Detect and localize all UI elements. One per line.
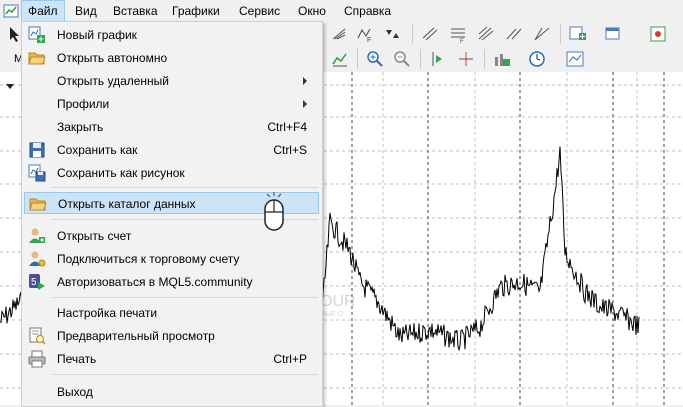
svg-text:F: F — [460, 39, 464, 44]
app-icon[interactable] — [3, 3, 19, 19]
svg-text:5: 5 — [31, 277, 37, 288]
menu-item-label: Открыть удаленный — [57, 74, 169, 88]
fibo-channel-icon[interactable]: F — [448, 24, 468, 45]
menu-window[interactable]: Окно — [292, 0, 332, 22]
menu-service[interactable]: Сервис — [233, 0, 286, 22]
menu-item-shortcut: Ctrl+P — [273, 352, 307, 366]
menu-item-label: Открыть каталог данных — [58, 197, 196, 211]
save-icon — [28, 141, 46, 159]
print-preview-icon — [28, 327, 46, 345]
menu-item-mql5-login[interactable]: 5 Авторизоваться в MQL5.community — [24, 271, 319, 293]
autoscroll-icon[interactable] — [428, 49, 448, 69]
zoom-out-icon[interactable] — [392, 49, 412, 69]
menu-item-label: Открыть счет — [57, 229, 132, 243]
menu-item-print-preview[interactable]: Предварительный просмотр — [24, 325, 319, 347]
menu-item-label: Настройка печати — [57, 306, 158, 320]
menu-item-profiles[interactable]: Профили — [24, 93, 319, 115]
menu-item-label: Профили — [57, 97, 110, 111]
save-picture-icon — [28, 164, 46, 182]
gann-icon[interactable] — [532, 24, 552, 44]
menu-item-close[interactable]: Закрыть Ctrl+F4 — [24, 116, 319, 138]
menu-separator — [52, 187, 318, 188]
menu-help[interactable]: Справка — [338, 0, 397, 22]
new-chart-icon — [28, 26, 46, 44]
menu-item-label: Выход — [57, 385, 93, 399]
menu-file[interactable]: Файл — [21, 0, 65, 22]
menu-separator — [52, 374, 318, 375]
menu-item-exit[interactable]: Выход — [24, 381, 319, 403]
menu-item-label: Печать — [57, 352, 97, 366]
menu-item-shortcut: Ctrl+F4 — [267, 120, 307, 134]
menu-separator — [52, 297, 318, 298]
menu-item-label: Открыть автономно — [57, 51, 168, 65]
connect-account-icon — [28, 250, 46, 268]
new-chart-toolbar-icon[interactable] — [568, 24, 588, 44]
mouse-click-icon — [262, 190, 286, 234]
line-chart-icon[interactable] — [330, 49, 350, 69]
chart-shift-icon[interactable] — [456, 49, 476, 69]
menu-item-save-as-picture[interactable]: Сохранить как рисунок — [24, 162, 319, 184]
templates-icon[interactable] — [565, 49, 585, 69]
menu-item-connect-account[interactable]: Подключиться к торговому счету — [24, 248, 319, 270]
fibo-fan-icon[interactable] — [330, 24, 350, 44]
arrows-icon[interactable] — [383, 24, 403, 44]
menu-item-shortcut: Ctrl+S — [273, 143, 307, 157]
submenu-arrow-icon — [303, 100, 307, 108]
channel-icon[interactable] — [420, 24, 440, 44]
menu-item-new-chart[interactable]: Новый график — [24, 24, 319, 46]
andrews-pitchfork-icon[interactable] — [476, 24, 496, 44]
fibo-tool-icon[interactable]: F — [355, 24, 375, 44]
submenu-arrow-icon — [303, 77, 307, 85]
menu-item-label: Закрыть — [57, 120, 104, 134]
menu-item-print-setup[interactable]: Настройка печати — [24, 302, 319, 324]
menu-item-open-remote[interactable]: Открыть удаленный — [24, 70, 319, 92]
window-icon[interactable] — [603, 24, 623, 44]
folder-open-icon — [28, 49, 46, 67]
zoom-in-icon[interactable] — [365, 49, 385, 69]
menu-bar: Файл Вид Вставка Графики Сервис Окно Спр… — [0, 0, 683, 23]
menu-item-label: Новый график — [57, 28, 137, 42]
menu-item-print[interactable]: Печать Ctrl+P — [24, 348, 319, 370]
menu-item-save-as[interactable]: Сохранить как Ctrl+S — [24, 139, 319, 161]
folder-icon — [29, 195, 47, 213]
mql5-login-icon: 5 — [28, 273, 46, 291]
menu-charts[interactable]: Графики — [166, 0, 226, 22]
add-indicator-icon[interactable] — [492, 49, 512, 69]
menu-item-label: Авторизоваться в MQL5.community — [57, 275, 253, 289]
svg-text:F: F — [367, 37, 371, 44]
menu-item-label: Сохранить как рисунок — [57, 166, 185, 180]
menu-view[interactable]: Вид — [69, 0, 103, 22]
menu-item-label: Подключиться к торговому счету — [57, 252, 240, 266]
menu-item-label: Сохранить как — [57, 143, 138, 157]
periods-clock-icon[interactable] — [527, 49, 547, 69]
menu-item-open-offline[interactable]: Открыть автономно — [24, 47, 319, 69]
print-icon — [28, 350, 46, 368]
menu-insert[interactable]: Вставка — [107, 0, 164, 22]
indicators-icon[interactable] — [648, 24, 668, 44]
chart-menu-arrow-icon[interactable] — [6, 84, 14, 89]
parallel-lines-icon[interactable] — [504, 24, 524, 44]
menu-item-label: Предварительный просмотр — [57, 329, 215, 343]
open-account-icon — [28, 227, 46, 245]
